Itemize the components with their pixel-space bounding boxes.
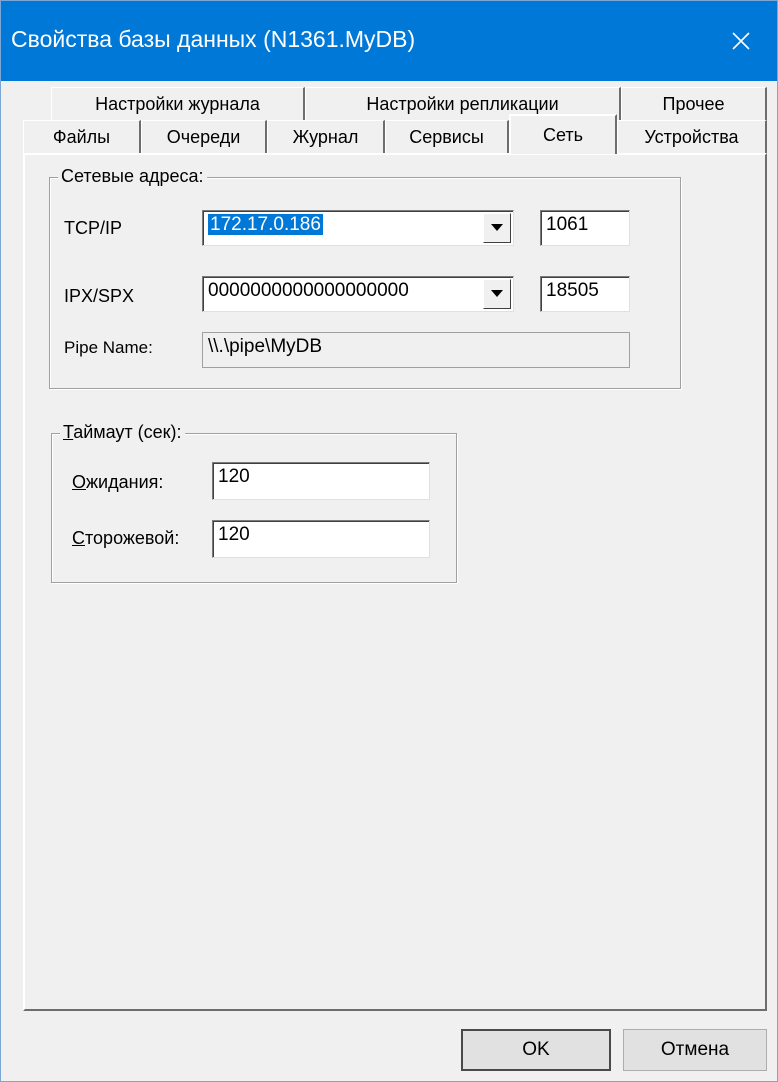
tcp-ip-dropdown-button[interactable] <box>483 213 511 243</box>
tcp-ip-label: TCP/IP <box>64 218 123 238</box>
tab-network[interactable]: Сеть <box>509 114 617 154</box>
wait-timeout-input[interactable]: 120 <box>212 462 430 500</box>
tab-services[interactable]: Сервисы <box>385 120 509 154</box>
network-addresses-legend: Сетевые адреса: <box>58 166 207 187</box>
tab-panel-network: Сетевые адреса: TCP/IP 172.17.0.186 1061… <box>23 153 767 1011</box>
tab-files[interactable]: Файлы <box>23 120 141 154</box>
ipx-spx-label: IPX/SPX <box>64 286 135 306</box>
chevron-down-icon <box>491 224 503 231</box>
network-addresses-group: Сетевые адреса: TCP/IP 172.17.0.186 1061… <box>49 166 681 389</box>
window-title: Свойства базы данных (N1361.MyDB) <box>11 26 416 52</box>
cancel-button[interactable]: Отмена <box>623 1029 767 1071</box>
ipx-spx-address-combo[interactable]: 0000000000000000000 <box>202 276 514 312</box>
tcp-ip-address-combo[interactable]: 172.17.0.186 <box>202 210 514 246</box>
tab-queues[interactable]: Очереди <box>141 120 267 154</box>
pipe-name-label: Pipe Name: <box>64 338 153 357</box>
chevron-down-icon <box>491 290 503 297</box>
close-button[interactable] <box>705 1 777 81</box>
ipx-spx-port-input[interactable]: 18505 <box>540 276 630 312</box>
pipe-name-field: \\.\pipe\MyDB <box>202 332 630 368</box>
ok-button[interactable]: OK <box>461 1029 611 1071</box>
title-bar[interactable]: Свойства базы данных (N1361.MyDB) <box>1 1 777 81</box>
tab-log-settings[interactable]: Настройки журнала <box>51 87 305 121</box>
ipx-spx-dropdown-button[interactable] <box>483 279 511 309</box>
tcp-ip-address-value: 172.17.0.186 <box>208 214 323 235</box>
dialog-window: Свойства базы данных (N1361.MyDB) Настро… <box>0 0 778 1082</box>
timeout-group: Таймаут (сек): Ожидания: 120 Сторожевой:… <box>51 422 457 583</box>
tab-devices[interactable]: Устройства <box>617 120 767 154</box>
tab-journal[interactable]: Журнал <box>267 120 385 154</box>
wait-timeout-label: Ожидания: <box>72 472 164 492</box>
close-icon <box>732 32 750 50</box>
tab-other[interactable]: Прочее <box>621 87 767 121</box>
timeout-legend: Таймаут (сек): <box>60 422 185 443</box>
watchdog-timeout-input[interactable]: 120 <box>212 520 430 558</box>
tcp-ip-port-input[interactable]: 1061 <box>540 210 630 246</box>
watchdog-timeout-label: Сторожевой: <box>72 528 180 548</box>
ipx-spx-address-value: 0000000000000000000 <box>208 280 409 301</box>
